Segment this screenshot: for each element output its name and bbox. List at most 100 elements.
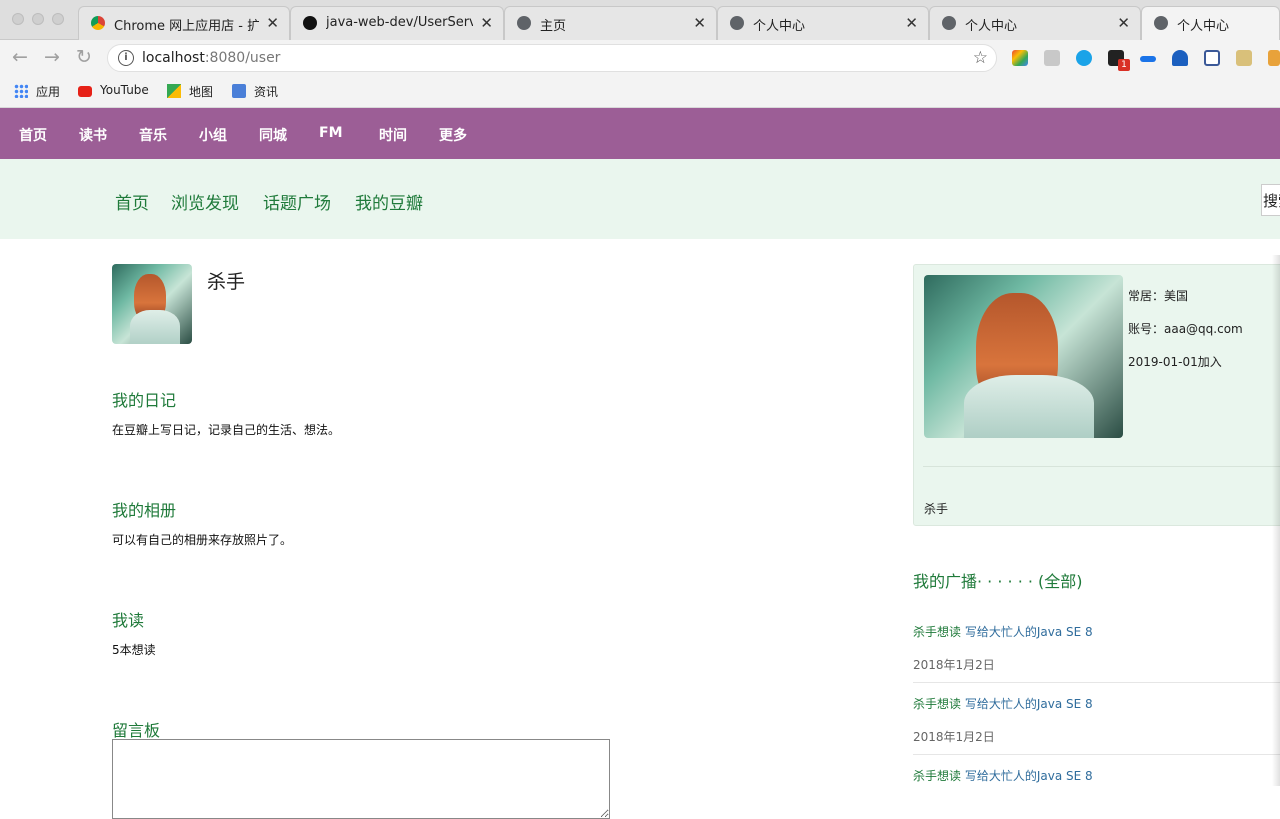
topnav-item-local[interactable]: 同城: [259, 125, 287, 145]
broadcast-user-link[interactable]: 杀手想读: [913, 769, 961, 783]
globe-icon: [730, 16, 744, 30]
topnav-item-more[interactable]: 更多: [439, 125, 467, 145]
forward-arrow-icon[interactable]: →: [44, 46, 60, 68]
maps-icon: [167, 84, 181, 98]
tab-title: java-web-dev/UserService: [326, 15, 473, 30]
topnav-item-music[interactable]: 音乐: [139, 125, 167, 145]
reading-section-title[interactable]: 我读: [112, 607, 144, 631]
extension-icon[interactable]: [1172, 50, 1188, 66]
globe-icon: [517, 16, 531, 30]
browser-tab[interactable]: 个人中心 ✕: [929, 6, 1141, 40]
bookmark-apps[interactable]: 应用: [14, 83, 64, 99]
bookmark-youtube[interactable]: YouTube: [78, 83, 158, 99]
extension-badge: 1: [1118, 59, 1130, 71]
window-minimize-button[interactable]: [32, 13, 44, 25]
browser-tab[interactable]: java-web-dev/UserService ✕: [290, 6, 504, 40]
window-zoom-button[interactable]: [52, 13, 64, 25]
browser-tab[interactable]: 主页 ✕: [504, 6, 717, 40]
reading-section-desc: 5本想读: [112, 643, 156, 657]
bookmark-news[interactable]: 资讯: [232, 83, 287, 99]
topnav-item-groups[interactable]: 小组: [199, 125, 227, 145]
album-section-title[interactable]: 我的相册: [112, 497, 176, 521]
extension-icon[interactable]: [1076, 50, 1092, 66]
close-icon[interactable]: ✕: [905, 14, 918, 32]
extension-icon[interactable]: [1044, 50, 1060, 66]
divider: [923, 466, 1280, 467]
close-icon[interactable]: ✕: [693, 14, 706, 32]
topnav-item-books[interactable]: 读书: [79, 125, 107, 145]
profile-photo: [924, 275, 1123, 438]
broadcast-book-link[interactable]: 写给大忙人的Java SE 8: [965, 769, 1093, 783]
info-icon[interactable]: i: [118, 50, 134, 66]
subnav-item-mine[interactable]: 我的豆瓣: [355, 189, 423, 214]
broadcast-user-link[interactable]: 杀手想读: [913, 625, 961, 639]
diary-section-desc: 在豆瓣上写日记，记录自己的生活、想法。: [112, 423, 341, 437]
back-arrow-icon[interactable]: ←: [12, 46, 28, 68]
broadcast-item: 杀手想读 写给大忙人的Java SE 8: [913, 623, 1093, 640]
close-icon[interactable]: ✕: [480, 14, 493, 32]
guestbook-section-title: 留言板: [112, 721, 161, 740]
account-text: 账号：aaa@qq.com: [1128, 322, 1243, 336]
diary-section-title[interactable]: 我的日记: [112, 387, 176, 411]
search-button[interactable]: 搜索: [1261, 184, 1280, 216]
topnav-item-home[interactable]: 首页: [19, 125, 47, 145]
bookmark-label: YouTube: [100, 83, 149, 97]
reload-icon[interactable]: ↻: [76, 46, 92, 68]
guestbook-textarea[interactable]: [112, 739, 610, 819]
site-top-nav: 首页 读书 音乐 小组 同城 FM 时间 更多: [0, 108, 1280, 159]
avatar: [112, 264, 192, 344]
close-icon[interactable]: ✕: [266, 14, 279, 32]
album-section-desc: 可以有自己的相册来存放照片了。: [112, 533, 293, 547]
youtube-icon: [78, 86, 92, 97]
subnav-item-home[interactable]: 首页: [115, 189, 149, 214]
subnav-item-explore[interactable]: 浏览发现: [171, 189, 239, 214]
topnav-item-time[interactable]: 时间: [379, 125, 407, 145]
divider: [913, 682, 1280, 683]
url-host: localhost: [142, 50, 205, 66]
tab-title: 个人中心: [1177, 19, 1230, 34]
site-sub-nav: 首页 浏览发现 话题广场 我的豆瓣 搜索: [0, 159, 1280, 239]
bookmark-maps[interactable]: 地图: [167, 83, 222, 99]
bookmark-label: 地图: [189, 85, 214, 99]
residence-text: 常居：美国: [1128, 289, 1189, 303]
window-close-button[interactable]: [12, 13, 24, 25]
bookmark-label: 应用: [36, 85, 61, 99]
subnav-item-topics[interactable]: 话题广场: [263, 189, 331, 214]
divider: [913, 754, 1280, 755]
broadcast-item: 杀手想读 写给大忙人的Java SE 8: [913, 695, 1093, 712]
extension-icon[interactable]: [1268, 50, 1280, 66]
broadcast-user-link[interactable]: 杀手想读: [913, 697, 961, 711]
extension-icon[interactable]: [1140, 56, 1156, 62]
close-icon[interactable]: ✕: [1117, 14, 1130, 32]
broadcast-title[interactable]: 我的广播· · · · · · (全部): [913, 568, 1083, 592]
github-icon: [303, 16, 317, 30]
browser-tab[interactable]: Chrome 网上应用店 - 扩展程序 ✕: [78, 6, 290, 40]
extension-icon[interactable]: [1204, 50, 1220, 66]
bookmarks-bar: 应用 YouTube 地图 资讯: [0, 76, 1280, 108]
browser-tab[interactable]: 个人中心 ✕: [717, 6, 929, 40]
page-title: 杀手: [207, 271, 246, 293]
url-path: :8080/user: [204, 50, 281, 66]
broadcast-date: 2018年1月2日: [913, 730, 995, 744]
bookmark-star-icon[interactable]: ☆: [973, 48, 988, 68]
browser-toolbar: ← → ↻ i localhost:8080/user ☆ 1: [0, 40, 1280, 76]
browser-tab-strip: Chrome 网上应用店 - 扩展程序 ✕ java-web-dev/UserS…: [0, 0, 1280, 41]
broadcast-book-link[interactable]: 写给大忙人的Java SE 8: [965, 625, 1093, 639]
tab-title: Chrome 网上应用店 - 扩展程序: [114, 19, 259, 34]
url-text[interactable]: localhost:8080/user: [142, 50, 280, 66]
news-icon: [232, 84, 246, 98]
joined-text: 2019-01-01加入: [1128, 355, 1222, 369]
broadcast-book-link[interactable]: 写给大忙人的Java SE 8: [965, 697, 1093, 711]
topnav-item-fm[interactable]: FM: [319, 125, 343, 141]
chrome-store-icon: [91, 16, 105, 30]
extension-icon[interactable]: [1236, 50, 1252, 66]
broadcast-item: 杀手想读 写给大忙人的Java SE 8: [913, 767, 1093, 784]
broadcast-date: 2018年1月2日: [913, 658, 995, 672]
address-bar[interactable]: i localhost:8080/user ☆: [107, 44, 997, 72]
tab-title: 个人中心: [753, 19, 806, 34]
browser-tab-active[interactable]: 个人中心: [1141, 6, 1280, 41]
extension-icon[interactable]: [1012, 50, 1028, 66]
globe-icon: [942, 16, 956, 30]
card-username: 杀手: [924, 502, 949, 516]
scroll-shadow: [1272, 255, 1280, 786]
